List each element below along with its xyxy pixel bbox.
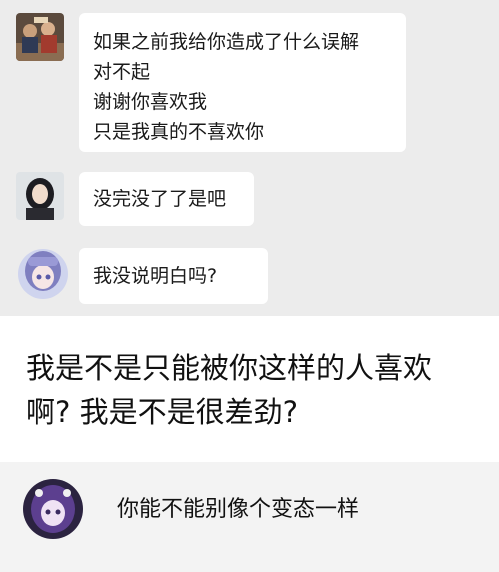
message-text-line: 没完没了了是吧 [93,188,227,210]
message-text-line: 只是我真的不喜欢你 [93,121,265,143]
anime-skull-avatar-icon[interactable] [23,479,83,539]
caption-text: 我是不是只能被你这样的人喜欢 啊? 我是不是很差劲? [26,346,486,434]
girl-photo-avatar-icon[interactable] [16,172,64,220]
message-text-line: 对不起 [93,61,151,83]
anime-girl-avatar-icon[interactable] [18,249,68,299]
message-text-line: 谢谢你喜欢我 [93,91,208,113]
message-bubble-2[interactable]: 没完没了了是吧 [79,172,254,226]
message-bubble-3[interactable]: 我没说明白吗? [79,248,268,304]
caption-line: 我是不是只能被你这样的人喜欢 [26,351,433,385]
message-text-line: 我没说明白吗? [93,265,218,287]
last-message-text[interactable]: 你能不能别像个变态一样 [117,491,359,523]
message-text-line: 如果之前我给你造成了什么误解 [93,31,360,53]
group-photo-avatar-icon[interactable] [16,13,64,61]
caption-line: 啊? 我是不是很差劲? [26,395,299,429]
message-bubble-1[interactable]: 如果之前我给你造成了什么误解 对不起 谢谢你喜欢我 只是我真的不喜欢你 [79,13,406,152]
